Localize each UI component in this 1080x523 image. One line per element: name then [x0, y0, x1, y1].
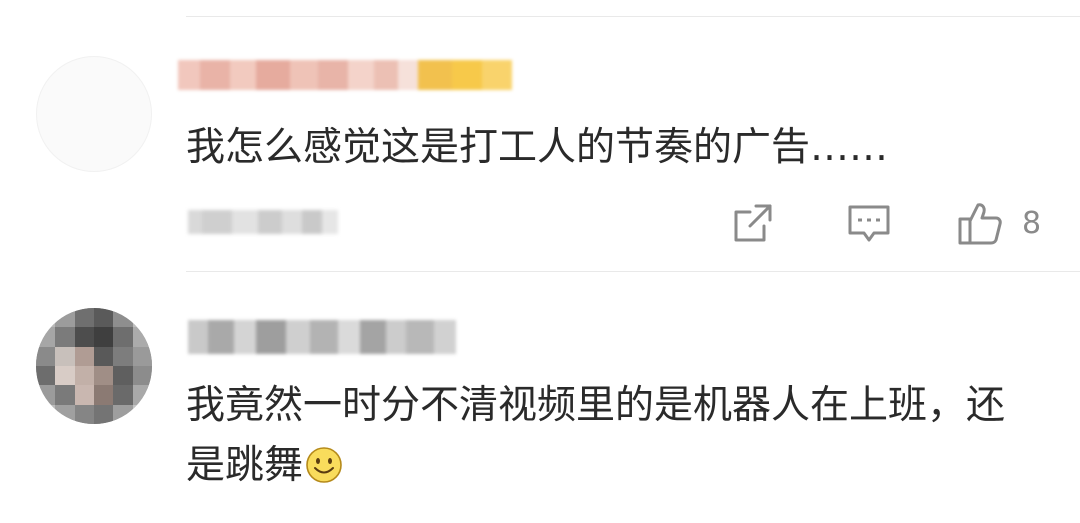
avatar[interactable] [36, 308, 152, 424]
like-button[interactable]: 8 [956, 198, 1041, 248]
username-blurred[interactable] [188, 320, 456, 354]
like-count: 8 [1022, 205, 1042, 241]
comment-icon [846, 200, 892, 246]
avatar[interactable] [36, 56, 152, 172]
smile-emoji-icon [305, 442, 343, 483]
timestamp-blurred [188, 210, 338, 234]
thumbs-up-icon [956, 199, 1004, 247]
username-blurred[interactable] [178, 60, 512, 90]
comment-list: 我怎么感觉这是打工人的节奏的广告…… 8 我竟然一时分不清视频里的是机器人在上班… [0, 0, 1080, 523]
comment-text: 我竟然一时分不清视频里的是机器人在上班，还是跳舞 [186, 376, 1026, 496]
divider [186, 16, 1080, 17]
share-button[interactable] [730, 198, 776, 248]
divider [186, 271, 1080, 272]
share-icon [730, 200, 776, 246]
comment-text: 我怎么感觉这是打工人的节奏的广告…… [186, 125, 889, 170]
reply-button[interactable] [846, 198, 892, 248]
